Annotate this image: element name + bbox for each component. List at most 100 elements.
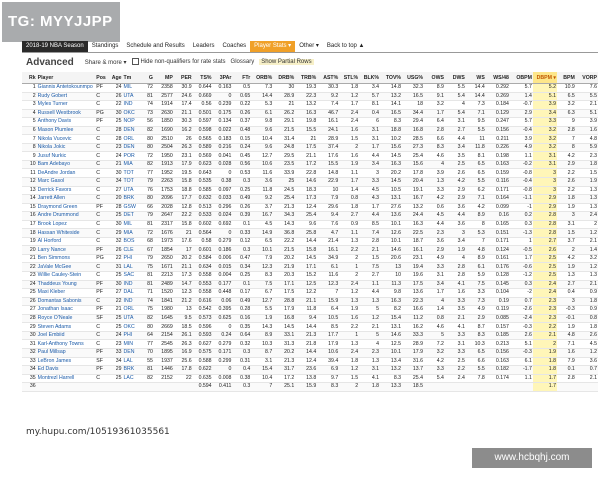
player-link[interactable]: Draymond Green xyxy=(36,203,96,213)
team-link[interactable]: BRK xyxy=(122,194,141,204)
player-link[interactable]: Marc Gasol xyxy=(36,177,96,187)
show-partial-rows-link[interactable]: Show Partial Rows xyxy=(259,59,314,65)
nav-coaches[interactable]: Coaches xyxy=(218,41,250,52)
column-header[interactable]: Rk xyxy=(22,72,37,84)
team-link[interactable]: SAC xyxy=(122,271,141,281)
player-link[interactable]: Hassan Whiteside xyxy=(36,228,96,238)
team-link[interactable]: CLE xyxy=(122,245,141,255)
team-link[interactable]: DET xyxy=(122,211,141,221)
column-header[interactable]: Tm xyxy=(122,72,141,84)
column-header[interactable]: TS% xyxy=(192,72,213,84)
column-header[interactable]: Player xyxy=(36,72,96,84)
column-header[interactable]: DBPM ▾ xyxy=(532,72,557,84)
column-header[interactable]: Pos xyxy=(95,72,109,84)
column-header[interactable]: 3PAr xyxy=(212,72,233,84)
player-link[interactable]: Jarrett Allen xyxy=(36,194,96,204)
column-header[interactable]: TRB% xyxy=(295,72,318,84)
nav-leaders[interactable]: Leaders xyxy=(189,41,219,52)
nav-back-to-top[interactable]: Back to top ▲ xyxy=(323,41,369,52)
team-link[interactable]: PHI xyxy=(122,254,141,264)
column-header[interactable]: OWS xyxy=(424,72,445,84)
column-header[interactable]: AST% xyxy=(317,72,340,84)
column-header[interactable]: Age xyxy=(108,72,123,84)
team-link[interactable]: IND xyxy=(122,297,141,307)
team-link[interactable]: GSW xyxy=(122,203,141,213)
column-header[interactable]: G xyxy=(140,72,154,84)
nav-other[interactable]: Other ▾ xyxy=(295,41,323,52)
player-link[interactable]: Royce O'Neale xyxy=(36,314,96,324)
team-link[interactable]: MIN xyxy=(122,339,141,349)
team-link[interactable]: LAL xyxy=(122,262,141,273)
team-link[interactable]: POR xyxy=(122,151,141,161)
checkbox-icon[interactable] xyxy=(131,58,139,66)
player-link[interactable]: Brook Lopez xyxy=(36,220,96,230)
column-header[interactable]: FTr xyxy=(232,72,252,84)
team-link[interactable]: OKC xyxy=(122,109,141,119)
player-link[interactable]: Montrezl Harrell xyxy=(36,374,96,384)
team-link[interactable]: MIA xyxy=(122,160,141,170)
player-link[interactable]: Joel Embiid xyxy=(36,331,96,341)
player-link[interactable]: Russell Westbrook xyxy=(36,109,96,119)
nav-standings[interactable]: Standings xyxy=(88,41,123,52)
player-link[interactable]: Nikola Jokic xyxy=(36,143,96,153)
player-link[interactable]: Nikola Vucevic xyxy=(36,134,96,144)
team-link[interactable]: LAL xyxy=(122,357,141,367)
nav-player-stats[interactable]: Player Stats ▾ xyxy=(250,41,296,52)
player-link[interactable]: Paul Millsap xyxy=(36,348,96,358)
team-link[interactable]: TOT xyxy=(122,168,141,178)
column-header[interactable]: MP xyxy=(153,72,174,84)
column-header[interactable]: STL% xyxy=(339,72,360,84)
player-link[interactable]: Thaddeus Young xyxy=(36,280,96,290)
team-link[interactable]: UTA xyxy=(122,186,141,196)
team-link[interactable]: UTA xyxy=(122,92,141,102)
team-link[interactable]: UTA xyxy=(122,314,141,324)
player-link[interactable]: Andre Drummond xyxy=(36,211,96,221)
player-link[interactable]: DeAndre Jordan xyxy=(36,168,96,178)
team-link[interactable]: PHI xyxy=(122,331,141,341)
player-link[interactable]: Willie Cauley-Stein xyxy=(36,271,96,281)
team-link[interactable]: TOT xyxy=(122,177,141,187)
glossary-link[interactable]: Glossary xyxy=(231,59,255,65)
column-header[interactable]: PER xyxy=(173,72,193,84)
team-link[interactable]: LAC xyxy=(122,374,141,384)
team-link[interactable]: NOP xyxy=(122,117,141,127)
team-link[interactable]: OKC xyxy=(122,322,141,332)
team-link[interactable] xyxy=(122,382,141,392)
share-menu[interactable]: Share & more ▾ xyxy=(85,59,127,66)
team-link[interactable]: DEN xyxy=(122,126,141,136)
player-link[interactable]: Rudy Gobert xyxy=(36,92,96,102)
column-header[interactable]: BLK% xyxy=(359,72,381,84)
team-link[interactable]: BRK xyxy=(122,365,141,375)
player-link[interactable]: Ben Simmons xyxy=(36,254,96,264)
player-link[interactable]: Giannis Antetokounmpo xyxy=(36,83,96,93)
column-header[interactable]: DWS xyxy=(444,72,466,84)
player-link[interactable]: Bam Adebayo xyxy=(36,160,96,170)
column-header[interactable]: DRB% xyxy=(273,72,296,84)
column-header[interactable]: USG% xyxy=(402,72,425,84)
player-link[interactable]: Al Horford xyxy=(36,237,96,247)
nav-schedule[interactable]: Schedule and Results xyxy=(122,41,188,52)
column-header[interactable]: WS/48 xyxy=(485,72,510,84)
team-link[interactable]: ORL xyxy=(122,134,141,144)
team-link[interactable]: DEN xyxy=(122,143,141,153)
column-header[interactable]: WS xyxy=(465,72,486,84)
column-header[interactable]: OBPM xyxy=(509,72,533,84)
player-link[interactable]: Mason Plumlee xyxy=(36,126,96,136)
player-link[interactable]: Jusuf Nurkic xyxy=(36,151,96,161)
hide-nonqualifiers-toggle[interactable]: Hide non-qualifiers for rate stats xyxy=(131,58,226,66)
player-link[interactable]: Steven Adams xyxy=(36,322,96,332)
player-link[interactable]: Jonathan Isaac xyxy=(36,305,96,315)
player-link[interactable]: LeBron James xyxy=(36,357,96,367)
team-link[interactable]: DEN xyxy=(122,348,141,358)
team-link[interactable]: MIL xyxy=(122,83,141,93)
team-link[interactable]: IND xyxy=(122,280,141,290)
column-header[interactable]: VORP xyxy=(575,72,598,84)
player-link[interactable]: JaVale McGee xyxy=(36,262,96,273)
player-link[interactable]: Myles Turner xyxy=(36,100,96,110)
player-link[interactable] xyxy=(36,382,96,392)
team-link[interactable]: MIL xyxy=(122,220,141,230)
team-link[interactable]: BOS xyxy=(122,237,141,247)
player-link[interactable]: Maxi Kleber xyxy=(36,288,96,298)
player-link[interactable]: Derrick Favors xyxy=(36,186,96,196)
column-header[interactable]: TOV% xyxy=(380,72,403,84)
